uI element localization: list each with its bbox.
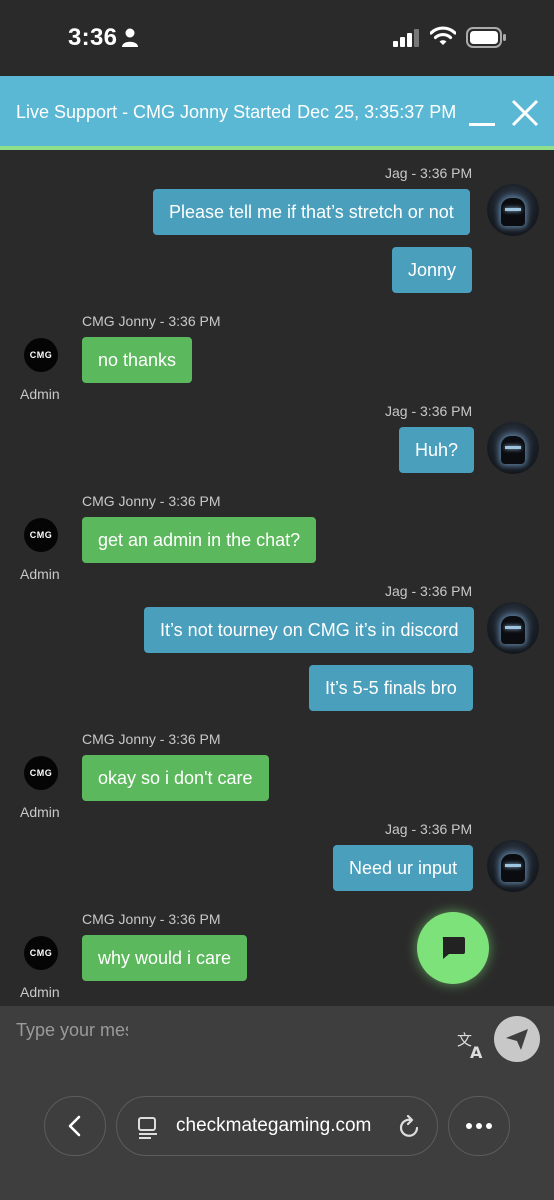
browser-url-text: checkmategaming.com	[176, 1115, 372, 1136]
admin-role-label: Admin	[20, 984, 60, 1000]
header-title: Live Support - CMG Jonny Started Dec 25, …	[16, 102, 456, 123]
status-time: 3:36	[68, 24, 118, 51]
admin-message-bubble: get an admin in the chat?	[82, 517, 317, 563]
user-avatar	[487, 184, 539, 236]
header-title-text: Live Support - CMG Jonny Started	[16, 102, 292, 122]
user-message-bubble: Jonny	[392, 247, 473, 293]
user-avatar	[487, 840, 539, 892]
more-options-icon	[466, 1123, 492, 1129]
user-message-bubble: Huh?	[399, 427, 475, 473]
message-meta: CMG Jonny - 3:36 PM	[82, 731, 221, 747]
browser-more-button[interactable]	[448, 1096, 510, 1156]
user-message-bubble: It’s not tourney on CMG it’s in discord	[144, 607, 475, 653]
browser-url-bar[interactable]: checkmategaming.com	[116, 1096, 438, 1156]
message-meta: Jag - 3:36 PM	[385, 165, 473, 181]
chevron-left-icon	[68, 1115, 81, 1137]
svg-text:A: A	[470, 1043, 483, 1060]
battery-icon	[466, 27, 506, 48]
chat-page: 3:36 Live Support - CMG Jonny Started Dec…	[0, 0, 554, 1200]
admin-role-label: Admin	[20, 566, 60, 582]
header-started-date: Dec 25, 3:35:37 PM	[297, 102, 457, 122]
admin-message-bubble: no thanks	[82, 337, 193, 383]
message-input[interactable]	[16, 1014, 128, 1046]
admin-avatar: CMG	[24, 756, 58, 790]
reload-icon[interactable]	[399, 1115, 421, 1139]
admin-avatar: CMG	[24, 936, 58, 970]
admin-role-label: Admin	[20, 386, 60, 402]
admin-avatar: CMG	[24, 518, 58, 552]
person-icon	[122, 28, 138, 47]
user-message-bubble: Need ur input	[333, 845, 474, 891]
message-meta: CMG Jonny - 3:36 PM	[82, 313, 221, 329]
send-button[interactable]	[494, 1016, 540, 1062]
admin-role-label: Admin	[20, 804, 60, 820]
chat-fab-button[interactable]	[417, 912, 489, 984]
translate-icon[interactable]: 文 A	[456, 1030, 486, 1060]
wifi-icon	[430, 26, 456, 45]
message-meta: Jag - 3:36 PM	[385, 821, 473, 837]
cellular-signal-icon	[393, 29, 419, 47]
chat-bubble-icon	[442, 937, 465, 959]
minimize-button[interactable]	[466, 112, 496, 126]
close-icon[interactable]	[510, 98, 540, 128]
message-meta: CMG Jonny - 3:36 PM	[82, 911, 221, 927]
user-avatar	[487, 602, 539, 654]
message-meta: Jag - 3:36 PM	[385, 403, 473, 419]
message-meta: Jag - 3:36 PM	[385, 583, 473, 599]
admin-avatar: CMG	[24, 338, 58, 372]
status-bar: 3:36	[0, 0, 554, 76]
send-icon	[506, 1029, 528, 1050]
page-icon	[138, 1117, 157, 1139]
message-meta: CMG Jonny - 3:36 PM	[82, 493, 221, 509]
admin-message-bubble: okay so i don't care	[82, 755, 269, 801]
admin-message-bubble: why would i care	[82, 935, 248, 981]
user-avatar	[487, 422, 539, 474]
user-message-bubble: It’s 5-5 finals bro	[309, 665, 473, 711]
browser-back-button[interactable]	[44, 1096, 106, 1156]
user-message-bubble: Please tell me if that’s stretch or not	[153, 189, 470, 235]
